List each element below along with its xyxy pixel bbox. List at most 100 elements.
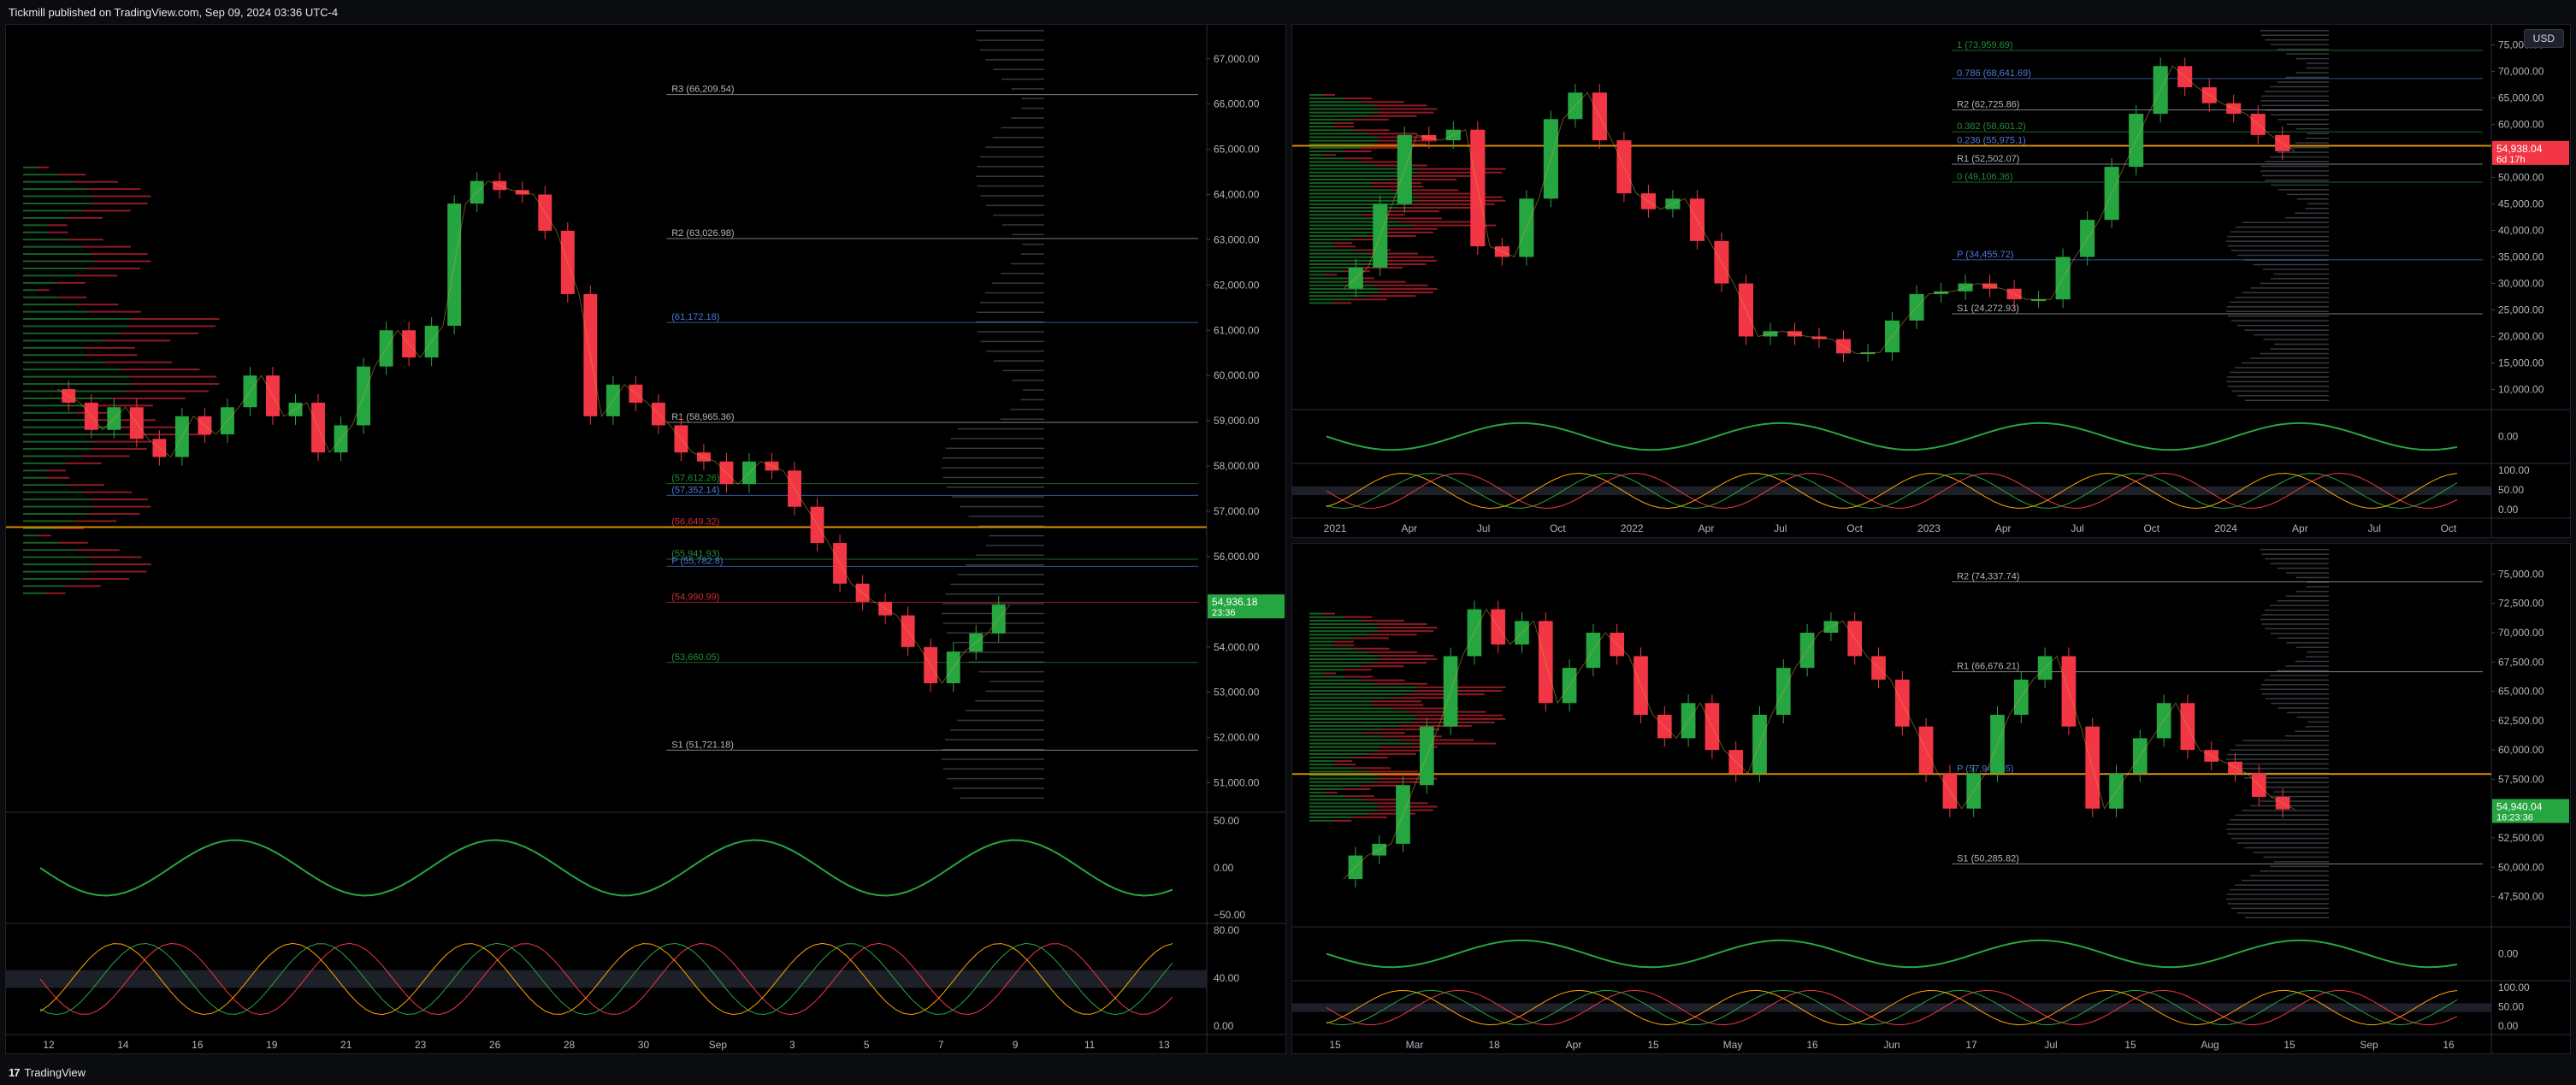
volume-profile-bar-up xyxy=(23,239,68,241)
volume-profile-bar-up xyxy=(1309,792,1325,794)
volume-profile-grey-bar xyxy=(952,641,1044,644)
volume-profile-bar-down xyxy=(129,375,216,378)
volume-profile-bar-down xyxy=(91,570,147,573)
time-axis-label: Oct xyxy=(1550,522,1566,534)
volume-profile-grey-bar xyxy=(2285,595,2329,597)
volume-profile-grey-bar xyxy=(2265,609,2329,611)
volume-profile-grey-bar xyxy=(2277,48,2329,50)
volume-profile-bar-up xyxy=(1309,118,1354,121)
volume-profile-grey-bar xyxy=(2296,198,2329,200)
time-axis-label: 15 xyxy=(2124,1039,2136,1051)
volume-profile-grey-bar xyxy=(1020,398,1044,401)
volume-profile-grey-bar xyxy=(993,214,1044,216)
volume-profile-bar-down xyxy=(92,253,148,256)
volume-profile-bar-up xyxy=(1309,658,1380,661)
volume-profile-bar-down xyxy=(46,592,66,594)
volume-profile-grey-bar xyxy=(2236,254,2329,257)
volume-profile-bar-up xyxy=(23,534,38,537)
volume-profile-grey-bar xyxy=(2263,856,2329,858)
volume-profile-grey-bar xyxy=(2242,221,2329,223)
volume-profile-bar-up xyxy=(1309,812,1368,815)
volume-profile-bar-up xyxy=(1309,295,1368,298)
level-label: R3 (66,209.54) xyxy=(671,85,734,95)
volume-profile-bar-down xyxy=(120,369,200,371)
volume-profile-bar-up xyxy=(1309,689,1415,692)
time-axis-label: Jun xyxy=(1883,1039,1900,1051)
volume-profile-grey-bar xyxy=(2277,567,2329,569)
volume-profile-grey-bar xyxy=(2295,730,2329,733)
oscillator-line xyxy=(1326,939,2458,969)
volume-profile-bar-down xyxy=(1380,259,1438,262)
volume-profile-bar-up xyxy=(1309,256,1379,258)
volume-profile-grey-bar xyxy=(2227,386,2329,387)
volume-profile-grey-bar xyxy=(2244,917,2329,919)
volume-profile-grey-bar xyxy=(2286,642,2329,644)
volume-profile-grey-bar xyxy=(1010,409,1044,410)
volume-profile-grey-bar xyxy=(942,467,1044,469)
volume-profile-bar-up xyxy=(1309,217,1383,220)
volume-profile-bar-up xyxy=(23,440,94,443)
osc1-axis-label: 0.00 xyxy=(1214,862,1234,874)
price-axis-label: 59,000.00 xyxy=(1214,415,1260,427)
volume-profile-bar-down xyxy=(96,419,156,422)
volume-profile-grey-bar xyxy=(985,204,1044,207)
price-axis-label: 62,500.00 xyxy=(2498,715,2544,727)
volume-profile-grey-bar xyxy=(2242,292,2329,294)
volume-profile-bar-down xyxy=(1415,171,1503,174)
volume-profile-bar-down xyxy=(1368,651,1418,653)
volume-profile-grey-bar xyxy=(2305,137,2329,139)
volume-profile-bar-down xyxy=(1353,637,1389,640)
volume-profile-bar-up xyxy=(23,455,82,457)
volume-profile-grey-bar xyxy=(2273,791,2329,793)
level-label: (54,990.99) xyxy=(671,592,719,602)
volume-profile-bar-up xyxy=(1309,214,1362,216)
volume-profile-grey-bar xyxy=(2260,549,2329,551)
volume-profile-bar-up xyxy=(1309,298,1352,301)
volume-profile-bar-up xyxy=(1309,259,1380,262)
chart-panel-top-right[interactable]: 75,000.0070,000.0065,000.0060,000.0055,0… xyxy=(1291,24,2571,538)
volume-profile-bar-down xyxy=(93,195,151,198)
volume-profile-grey-bar xyxy=(2261,684,2329,686)
volume-profile-bar-up xyxy=(23,513,88,516)
volume-profile-grey-bar xyxy=(2226,823,2329,826)
price-axis-label: 53,000.00 xyxy=(1214,687,1260,699)
volume-profile-bar-down xyxy=(1417,717,1506,720)
volume-profile-grey-bar xyxy=(950,583,1044,586)
chart-panel-bottom-right[interactable]: 75,000.00 72,500.00 70,000.00 67,500.00 65,0… xyxy=(1291,543,2571,1054)
volume-profile-bar-down xyxy=(1380,287,1438,290)
volume-profile-bar-down xyxy=(1374,104,1427,107)
volume-profile-bar-up xyxy=(1309,662,1374,664)
volume-profile-grey-bar xyxy=(2277,151,2329,153)
level-label: R2 (74,337.74) xyxy=(1957,572,2019,582)
volume-profile-grey-bar xyxy=(2295,212,2329,215)
volume-profile-grey-bar xyxy=(980,156,1044,158)
volume-profile-grey-bar xyxy=(2260,352,2329,355)
level-label: P (55,782.8) xyxy=(671,556,723,566)
volume-profile-grey-bar xyxy=(2236,842,2329,844)
volume-profile-bar-up xyxy=(1309,805,1380,808)
volume-profile-bar-up xyxy=(1309,732,1362,734)
time-axis-label: 14 xyxy=(117,1039,129,1051)
volume-profile-grey-bar xyxy=(2226,758,2329,760)
volume-profile-grey-bar xyxy=(1010,262,1044,265)
volume-profile-bar-up xyxy=(1309,292,1378,293)
volume-profile-bar-down xyxy=(1361,665,1404,668)
volume-profile-grey-bar xyxy=(2230,301,2329,304)
time-axis-label: 15 xyxy=(2284,1039,2295,1051)
level-label: R1 (66,676.21) xyxy=(1957,662,2019,672)
time-axis-label: Jul xyxy=(2044,1039,2057,1051)
price-axis-label: 66,000.00 xyxy=(1214,98,1260,110)
volume-profile-grey-bar xyxy=(2244,846,2329,849)
volume-profile-bar-up xyxy=(1309,627,1380,629)
volume-profile-bar-up xyxy=(1309,192,1407,195)
volume-profile-grey-bar xyxy=(957,428,1044,430)
volume-profile-bar-up xyxy=(23,180,76,183)
time-axis-label: 16 xyxy=(2443,1039,2455,1051)
volume-profile-grey-bar xyxy=(2261,34,2329,36)
volume-profile-grey-bar xyxy=(2226,310,2329,312)
volume-profile-bar-up xyxy=(1309,231,1378,233)
chart-panel-left[interactable]: 67,000.00 66,000.00 65,000.00 64,000.00 63,0… xyxy=(5,24,1286,1054)
time-axis-label: 12 xyxy=(43,1039,55,1051)
time-axis-label: Apr xyxy=(1566,1039,1582,1051)
currency-button[interactable]: USD xyxy=(2523,29,2564,48)
